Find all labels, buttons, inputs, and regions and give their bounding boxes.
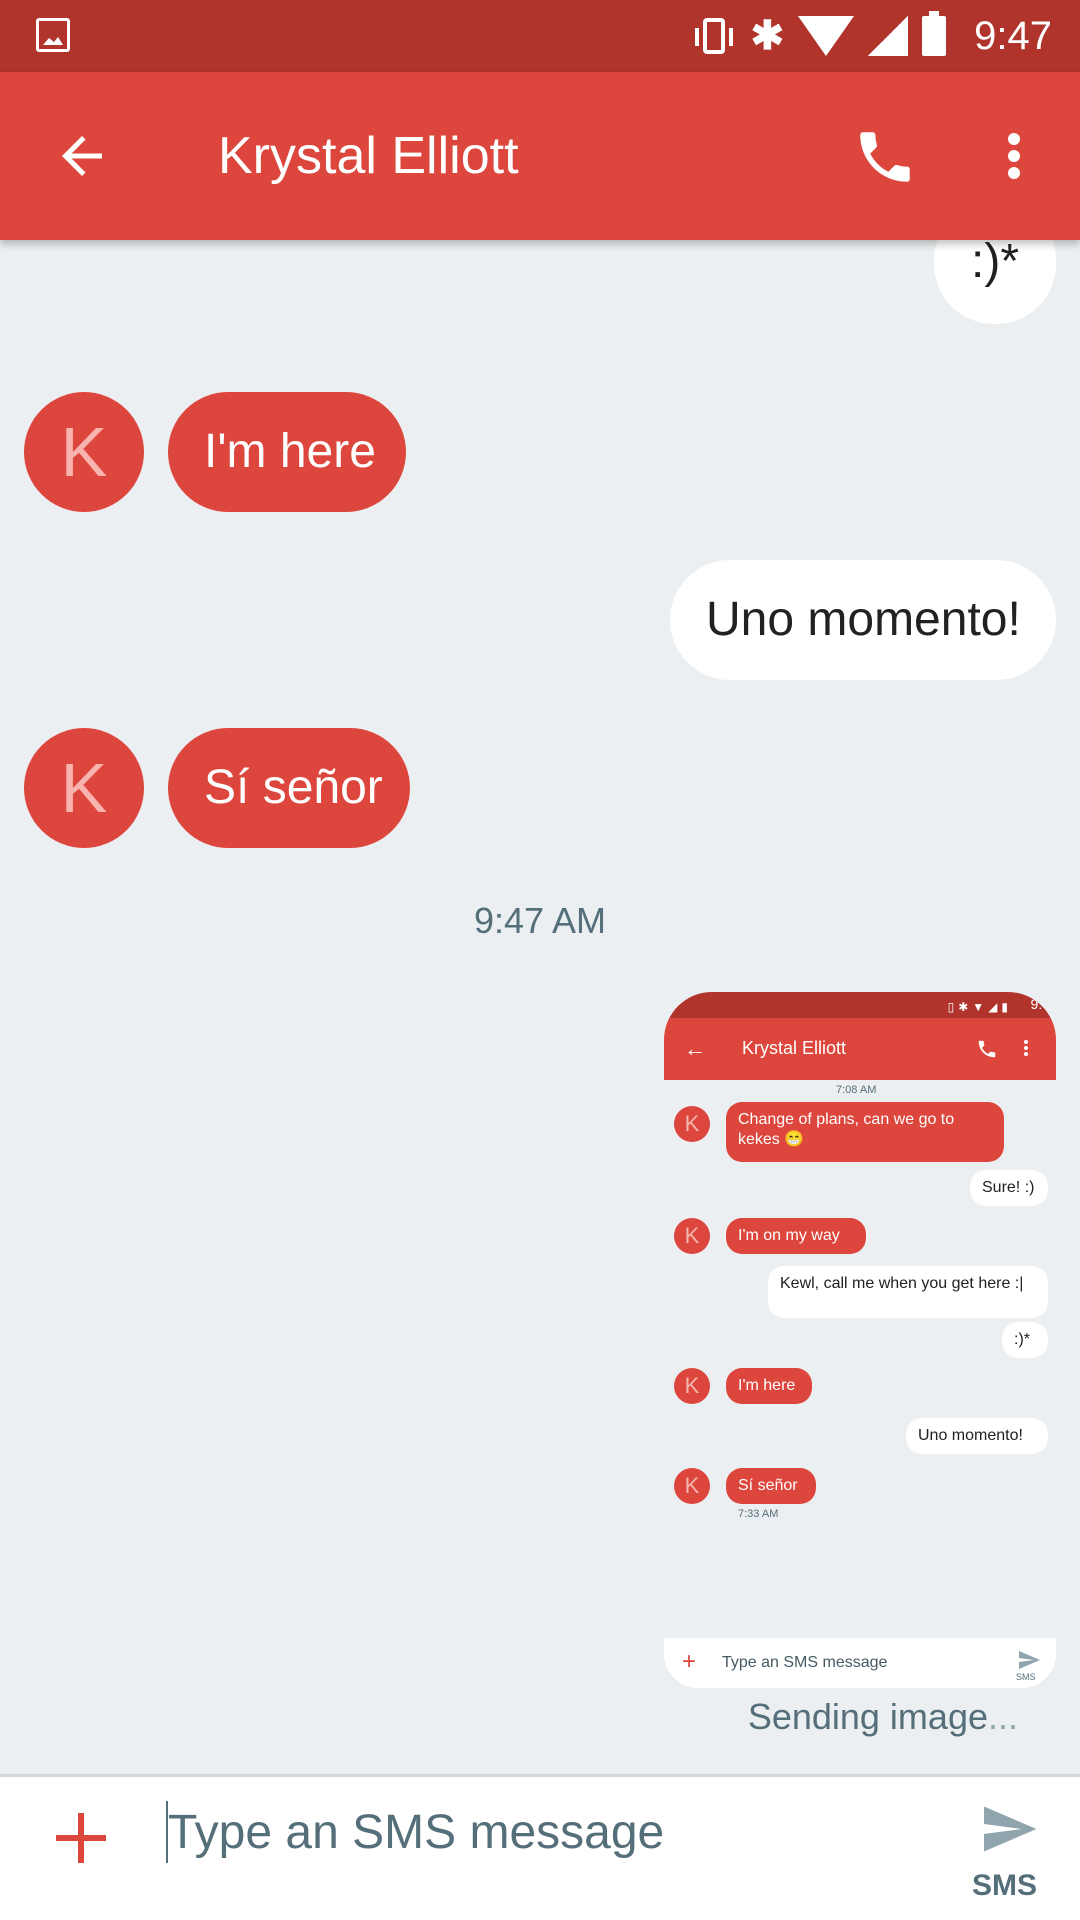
preview-compose-bar: + Type an SMS message SMS <box>664 1638 1056 1688</box>
preview-avatar: K <box>674 1218 710 1254</box>
preview-incoming-message: I'm on my way <box>726 1218 866 1254</box>
outgoing-message[interactable]: :)* <box>934 240 1056 324</box>
vibrate-icon <box>694 18 733 54</box>
contact-name: Krystal Elliott <box>218 127 519 185</box>
preview-more-icon <box>1024 1038 1030 1058</box>
bluetooth-icon: ✱ <box>750 14 785 58</box>
preview-plus-icon: + <box>682 1648 697 1675</box>
incoming-message[interactable]: Sí señor <box>168 728 410 848</box>
back-arrow-icon[interactable] <box>52 126 112 186</box>
phone-icon[interactable] <box>852 124 918 190</box>
preview-outgoing-message: Uno momento! <box>906 1418 1048 1454</box>
preview-app-bar: ← Krystal Elliott <box>664 1018 1056 1080</box>
preview-incoming-message: Sí señor <box>726 1468 816 1504</box>
preview-outgoing-message: Sure! :) <box>970 1170 1048 1206</box>
contact-avatar[interactable]: K <box>24 392 144 512</box>
preview-incoming-message: I'm here <box>726 1368 812 1404</box>
message-input[interactable] <box>168 1795 928 1869</box>
preview-send-label: SMS <box>1016 1672 1036 1682</box>
preview-timestamp: 7:33 AM <box>738 1508 779 1520</box>
sending-status-text: Sending image <box>747 1696 988 1737</box>
preview-status-icons: ▯✱▼◢▮ <box>947 1000 1012 1014</box>
preview-incoming-message: Change of plans, can we go to kekes 😁 <box>726 1102 1004 1162</box>
send-label[interactable]: SMS <box>972 1869 1037 1903</box>
preview-back-arrow-icon: ← <box>684 1036 706 1061</box>
preview-phone-icon <box>978 1040 996 1058</box>
image-attachment-preview[interactable]: ▯✱▼◢▮ 9:4 ← Krystal Elliott 7:08 AM K Ch… <box>664 992 1056 1688</box>
incoming-message[interactable]: I'm here <box>168 392 406 512</box>
preview-outgoing-message: Kewl, call me when you get here :| <box>768 1266 1048 1318</box>
preview-send-icon <box>1019 1651 1040 1669</box>
preview-compose-placeholder: Type an SMS message <box>722 1654 888 1671</box>
preview-avatar: K <box>674 1468 710 1504</box>
status-time: 9:47 <box>974 13 1052 58</box>
conversation: :)* K I'm here Uno momento! K Sí señor 9… <box>0 240 1080 1774</box>
preview-status-bar: ▯✱▼◢▮ 9:4 <box>664 992 1056 1018</box>
preview-outgoing-message: :)* <box>1002 1322 1048 1358</box>
preview-status-time: 9:4 <box>1030 996 1050 1012</box>
wifi-icon <box>798 16 855 56</box>
app-bar: Krystal Elliott <box>0 72 1080 240</box>
preview-contact-name: Krystal Elliott <box>742 1038 847 1058</box>
cell-signal-icon <box>868 16 909 56</box>
contact-avatar[interactable]: K <box>24 728 144 848</box>
preview-avatar: K <box>674 1368 710 1404</box>
battery-icon <box>922 11 947 56</box>
send-icon[interactable] <box>976 1799 1042 1859</box>
status-bar: ✱ 9:47 <box>0 0 1080 72</box>
status-icons: ✱ 9:47 <box>691 0 1052 72</box>
sending-status: Sending image... <box>748 1696 1018 1738</box>
compose-bar: SMS <box>0 1777 1080 1920</box>
gallery-notification-icon <box>36 18 70 52</box>
more-options-icon[interactable] <box>996 128 1032 188</box>
preview-avatar: K <box>674 1106 710 1142</box>
add-attachment-icon[interactable] <box>56 1813 106 1863</box>
sending-status-ellipsis: ... <box>987 1696 1018 1737</box>
preview-timestamp: 7:08 AM <box>836 1084 877 1096</box>
outgoing-message[interactable]: Uno momento! <box>670 560 1056 680</box>
message-timestamp: 9:47 AM <box>473 900 607 941</box>
